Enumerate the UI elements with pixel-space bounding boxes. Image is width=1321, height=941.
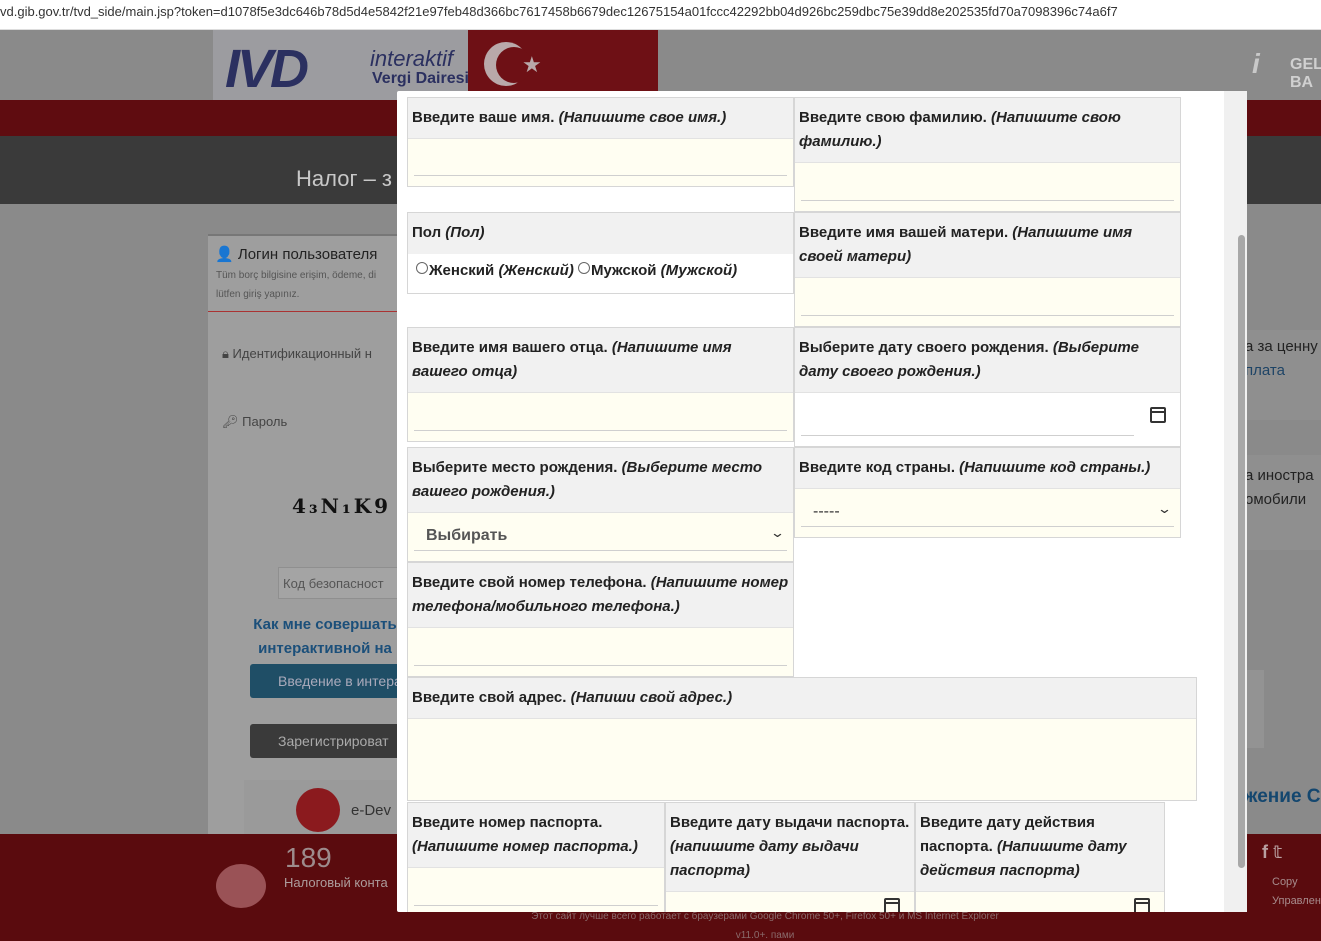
right-card-1-title: а за ценну [1245,338,1318,355]
father-name-label: Введите имя вашего отца. (Напишите имя в… [408,328,793,393]
birth-place-select[interactable]: Выбирать ⌄ [408,512,793,561]
right-card-2-title: а иностра [1245,467,1314,484]
birth-date-label: Выберите дату своего рождения. (Выберите… [795,328,1180,393]
captcha-image: 4₃N₁K9 [292,494,392,518]
address-textarea[interactable] [408,718,1196,800]
passport-expiry-group: Введите дату действия паспорта. (Напишит… [915,802,1165,912]
lock-icon: 🔒︎ [222,346,229,361]
female-radio[interactable] [416,262,428,274]
first-name-label: Введите ваше имя. (Напишите свое имя.) [408,98,793,139]
birth-place-selected: Выбирать [426,527,508,544]
browser-note-extra: пами [770,930,795,941]
country-code-group: Введите код страны. (Напишите код страны… [794,447,1181,538]
birth-date-group: Выберите дату своего рождения. (Выберите… [794,327,1181,447]
register-button[interactable]: Зарегистрироват [250,724,410,758]
first-name-input[interactable] [408,138,793,186]
edevlet-logo-icon [296,788,340,832]
intro-button[interactable]: Введение в интера [250,664,410,698]
address-label: Введите свой адрес. (Напиши свой адрес.) [408,678,1196,719]
how-to-link[interactable]: Как мне совершать интерактивной на [240,613,410,661]
security-code-input[interactable]: Код безопасност [278,567,408,599]
mother-name-label: Введите имя вашей матери. (Напишите имя … [795,213,1180,278]
star-icon: ★ [522,52,542,77]
browser-note: Этот сайт лучше всего работает с браузер… [531,911,999,941]
id-field[interactable]: 🔒︎ Идентификационный н [222,346,372,362]
url-text[interactable]: vd.gib.gov.tr/tvd_side/main.jsp?token=d1… [0,4,1118,19]
copyright: Copy Управлен [1272,876,1321,907]
last-name-label: Введите свою фамилию. (Напишите свою фам… [795,98,1180,163]
right-heading: жение С [1244,786,1321,807]
father-name-group: Введите имя вашего отца. (Напишите имя в… [407,327,794,442]
chevron-down-icon: ⌄ [769,525,786,540]
country-code-label: Введите код страны. (Напишите код страны… [795,448,1180,489]
passport-number-group: Введите номер паспорта. (Напишите номер … [407,802,665,912]
address-bar[interactable]: vd.gib.gov.tr/tvd_side/main.jsp?token=d1… [0,0,1321,30]
last-name-input[interactable] [795,162,1180,211]
edevlet-label: e-Dev [351,802,392,819]
password-field[interactable]: 🔑︎ Пароль [222,414,287,430]
hotline-label: Налоговый конта [284,875,388,890]
registration-modal: Введите ваше имя. (Напишите свое имя.) В… [397,91,1247,912]
chevron-down-icon: ⌄ [1156,501,1173,516]
calendar-icon[interactable] [1150,407,1166,423]
birth-place-group: Выберите место рождения. (Выберите место… [407,447,794,562]
country-code-selected: ----- [813,503,840,520]
phone-label: Введите свой номер телефона. (Напишите н… [408,563,793,628]
passport-number-label: Введите номер паспорта. (Напишите номер … [408,803,664,868]
gender-label: Пол (Пол) [408,213,793,254]
logo-vergi-text: Vergi Dairesi [372,70,469,87]
country-code-select[interactable]: ----- ⌄ [795,488,1180,537]
calendar-icon[interactable] [884,898,900,912]
right-card-1-link[interactable]: плата [1245,362,1285,379]
gender-group: Пол (Пол) Женский (Женский) Мужской (Муж… [407,212,794,294]
passport-number-input[interactable] [408,867,664,912]
gib-logo: i [1252,48,1260,79]
phone-input[interactable] [408,627,793,676]
mother-name-input[interactable] [795,277,1180,326]
address-group: Введите свой адрес. (Напиши свой адрес.) [407,677,1197,801]
hotline-number: 189 [285,842,332,873]
social-icons[interactable]: f 𝕥 [1262,842,1282,863]
father-name-input[interactable] [408,392,793,441]
mother-name-group: Введите имя вашей матери. (Напишите имя … [794,212,1181,327]
phone-group: Введите свой номер телефона. (Напишите н… [407,562,794,677]
site-header [0,30,1321,100]
passport-issue-group: Введите дату выдачи паспорта. (напишите … [665,802,915,912]
right-card-2-sub: омобили [1245,491,1307,508]
passport-issue-label: Введите дату выдачи паспорта. (напишите … [666,803,914,892]
male-radio[interactable] [577,262,590,274]
people-icon [216,864,266,908]
key-icon: 🔑︎ [222,414,239,429]
logo-interaktif-text: interaktif [370,46,454,71]
passport-issue-input[interactable] [666,891,914,912]
login-subtitle: Tüm borç bilgisine erişim, ödeme, di lüt… [216,270,377,300]
birth-date-input[interactable] [795,392,1180,446]
ivd-logo: IVD [225,39,309,99]
gib-logo-text: GEL BA [1290,56,1321,91]
passport-expiry-input[interactable] [916,891,1164,912]
modal-scrollbar-thumb[interactable] [1238,235,1245,868]
login-title: 👤 Логин пользователя [215,246,378,263]
calendar-icon[interactable] [1134,898,1150,912]
gender-options: Женский (Женский) Мужской (Мужской) [408,254,793,279]
divider [208,311,408,312]
banner-title: Налог – з [296,166,393,191]
user-icon: 👤 [215,246,234,263]
first-name-group: Введите ваше имя. (Напишите свое имя.) [407,97,794,187]
birth-place-label: Выберите место рождения. (Выберите место… [408,448,793,513]
last-name-group: Введите свою фамилию. (Напишите свою фам… [794,97,1181,212]
passport-expiry-label: Введите дату действия паспорта. (Напишит… [916,803,1164,892]
